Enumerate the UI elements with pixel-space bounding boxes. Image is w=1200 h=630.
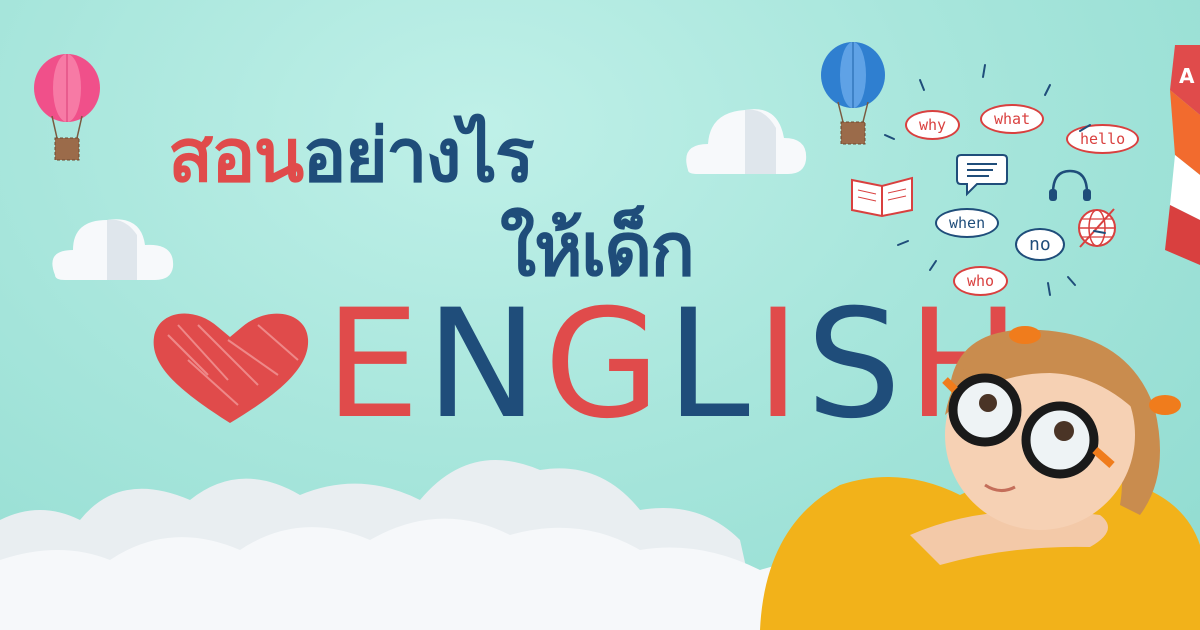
svg-text:A: A (1179, 64, 1195, 88)
letter-e: E (325, 278, 426, 452)
blue-balloon-icon (821, 42, 885, 145)
letter-l: L (666, 278, 756, 452)
letter-n: N (425, 278, 544, 452)
headline-word-teach: สอน (168, 113, 304, 199)
promo-banner: สอนอย่างไร ให้เด็ก ENGLISH why what hell… (0, 0, 1200, 630)
paper-cloud-icon (52, 219, 174, 280)
headline-word-how: อย่างไร (302, 113, 534, 199)
girl-illustration (760, 326, 1200, 630)
pink-balloon-icon (34, 54, 100, 161)
headline-line-1: สอนอย่างไร (168, 96, 535, 214)
doodle-dashes (884, 64, 1106, 296)
letter-g: G (544, 278, 667, 452)
paper-cloud-icon (686, 109, 807, 174)
logo-mark: A (1165, 45, 1200, 265)
heart-icon (153, 313, 309, 423)
